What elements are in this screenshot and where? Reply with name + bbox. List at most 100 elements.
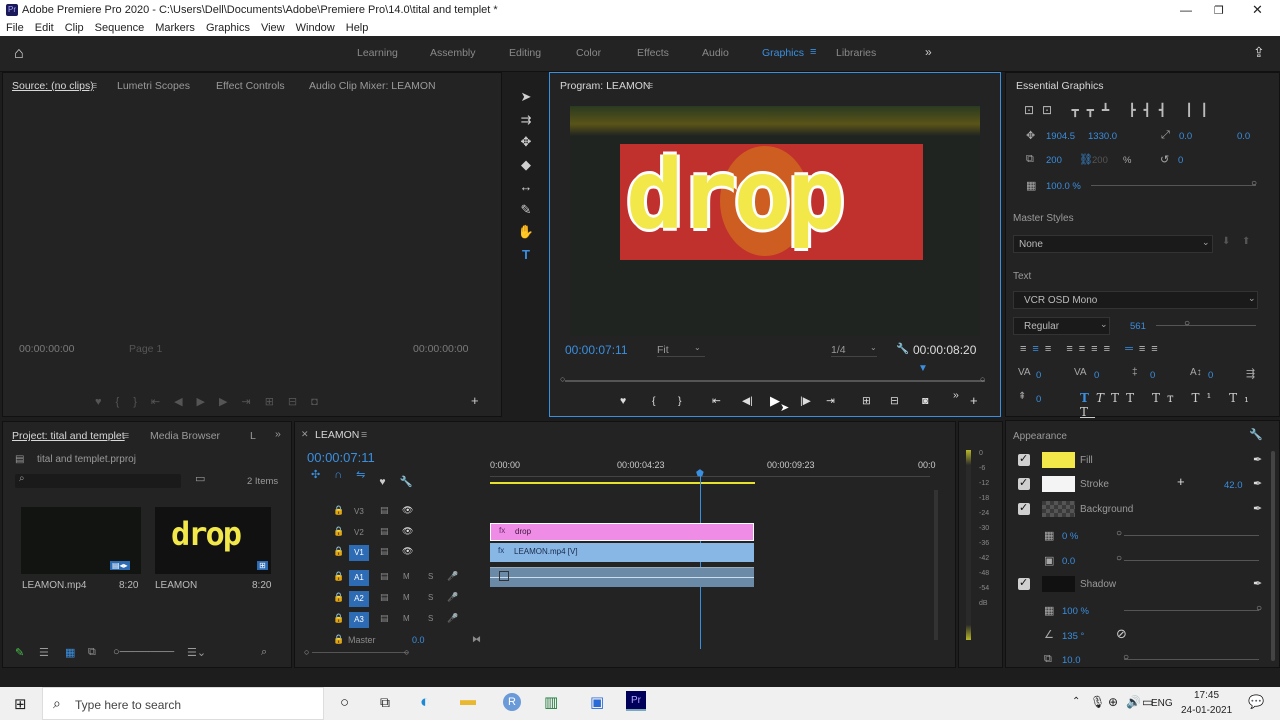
program-scrub-bar[interactable] [565,380,985,382]
bg-size-handle[interactable]: ○ [1116,553,1122,564]
timeline-zoom-bar[interactable] [312,652,408,653]
a1-sync-icon[interactable]: ▤ [380,571,389,582]
tray-up-icon[interactable]: ⌃ [1072,696,1080,707]
v2-label[interactable]: V2 [354,528,364,537]
clip-v2-drop[interactable]: fx drop [490,523,754,541]
project-search-icon[interactable]: ⌕ [261,646,267,659]
slip-tool-icon[interactable]: ↔ [517,178,535,196]
timeline-close-icon[interactable]: ✕ [301,429,309,440]
clip-v1-leamon[interactable]: fx LEAMON.mp4 [V] [490,543,754,562]
volume-tray-icon[interactable]: 🔊 [1126,695,1141,709]
background-checkbox[interactable] [1018,501,1030,515]
go-to-in-icon[interactable]: ⇤ [712,395,721,407]
kerning-value[interactable]: 0 [1094,370,1099,381]
notification-icon[interactable]: 💬 [1248,694,1264,710]
v2-lock-icon[interactable]: 🔒 [333,526,344,537]
more-controls-icon[interactable]: » [953,389,959,401]
background-swatch[interactable] [1042,501,1075,517]
link-icon[interactable]: ⛓ [1079,153,1093,166]
new-bin-icon[interactable]: ▭ [195,472,205,485]
pencil-icon[interactable]: ✎ [15,646,24,659]
add-marker-icon[interactable]: ♥ [620,395,626,407]
stroke-width[interactable]: 42.0 [1224,480,1243,491]
font-style-dropdown[interactable]: Regular ⌄ [1013,317,1110,335]
faux-style-icons[interactable]: TTTT Tт T¹ T₁ T [1080,391,1279,419]
task-view-icon[interactable]: ⧉ [380,694,390,711]
project-more-icon[interactable]: » [275,428,281,440]
v3-eye-icon[interactable]: 👁 [402,505,413,516]
tab-stops-icon[interactable]: ⇶ [1246,367,1255,380]
position-x[interactable]: 1904.5 [1046,131,1075,142]
a3-mic-icon[interactable]: 🎤 [447,613,458,624]
bg-opacity-slider[interactable] [1124,535,1259,536]
clock-date[interactable]: 24-01-2021 [1181,705,1232,716]
v2-eye-icon[interactable]: 👁 [402,526,413,537]
background-eyedropper-icon[interactable]: ✒ [1253,502,1262,515]
tsume-value[interactable]: 0 [1036,394,1041,405]
a2-mute-icon[interactable]: M [403,593,410,602]
menu-file[interactable]: File [6,22,24,34]
pull-style-icon[interactable]: ⬆ [1242,236,1250,247]
pen-tool-icon[interactable]: ✎ [517,201,535,219]
shadow-angle-value[interactable]: 135 ° [1062,631,1084,642]
shadow-opacity-slider[interactable] [1124,610,1259,611]
shadow-distance-value[interactable]: 10.0 [1062,655,1081,666]
push-style-icon[interactable]: ⬇ [1222,236,1230,247]
type-tool-icon[interactable]: T [517,246,535,264]
a2-sync-icon[interactable]: ▤ [380,592,389,603]
export-frame-icon[interactable]: ◙ [922,395,928,407]
menu-sequence[interactable]: Sequence [95,22,145,34]
position-y[interactable]: 1330.0 [1088,131,1117,142]
tab-audio-clip-mixer[interactable]: Audio Clip Mixer: LEAMON [309,80,436,92]
program-video-frame[interactable]: drop [570,106,980,336]
stroke-checkbox[interactable] [1018,476,1030,490]
track-select-tool-icon[interactable]: ⇉ [517,111,535,129]
settings-wrench-icon[interactable]: 🔧 [896,342,909,355]
language-indicator[interactable]: ENG [1151,698,1173,709]
tab-effect-controls[interactable]: Effect Controls [216,80,285,92]
master-goto-icon[interactable]: ⧓ [472,634,481,645]
workspace-editing[interactable]: Editing [509,47,541,59]
v2-sync-icon[interactable]: ▤ [380,526,389,537]
cortana-icon[interactable]: ○ [340,694,349,711]
shadow-checkbox[interactable] [1018,576,1030,590]
windows-start-icon[interactable]: ⊞ [14,695,27,713]
master-lock-icon[interactable]: 🔒 [333,634,344,645]
stroke-eyedropper-icon[interactable]: ✒ [1253,477,1262,490]
camera-app-icon[interactable]: ▣ [590,693,604,711]
a2-mic-icon[interactable]: 🎤 [447,592,458,603]
r-app-icon[interactable]: R [503,693,521,711]
excel-icon[interactable]: ▥ [544,693,558,711]
menu-markers[interactable]: Markers [155,22,195,34]
menu-window[interactable]: Window [296,22,335,34]
a2-solo-icon[interactable]: S [428,593,433,602]
opacity-slider[interactable] [1091,185,1256,186]
fill-swatch[interactable] [1042,452,1075,468]
tab-lumetri-scopes[interactable]: Lumetri Scopes [117,80,190,92]
tab-source[interactable]: Source: (no clips) [12,80,94,92]
stroke-swatch[interactable] [1042,476,1075,492]
shadow-distance-handle[interactable]: ○ [1123,652,1129,663]
timeline-zoom-left[interactable]: ○ [304,647,309,657]
v3-label[interactable]: V3 [354,507,364,516]
close-button[interactable]: ✕ [1252,2,1263,18]
v1-eye-icon[interactable]: 👁 [402,546,413,557]
project-tab-menu-icon[interactable]: ≡ [123,430,129,442]
resolution-chevron-icon[interactable]: ⌄ [870,343,877,352]
leading-value[interactable]: 0 [1150,370,1155,381]
a2-label[interactable]: A2 [349,591,369,607]
opacity-value[interactable]: 100.0 % [1046,181,1081,192]
font-size-slider-handle[interactable]: ○ [1184,318,1190,329]
program-timecode[interactable]: 00:00:07:11 [565,343,628,357]
share-icon[interactable]: ⇪ [1253,44,1265,61]
tracking-value[interactable]: 0 [1036,370,1041,381]
opacity-slider-handle[interactable]: ○ [1251,178,1257,189]
workspace-assembly[interactable]: Assembly [430,47,476,59]
source-add-button-icon[interactable]: + [471,393,479,408]
font-dropdown[interactable]: VCR OSD Mono ⌄ [1013,291,1258,309]
shadow-eyedropper-icon[interactable]: ✒ [1253,577,1262,590]
mark-in-icon[interactable]: { [652,395,656,407]
menu-edit[interactable]: Edit [35,22,54,34]
menu-graphics[interactable]: Graphics [206,22,250,34]
menu-help[interactable]: Help [346,22,369,34]
